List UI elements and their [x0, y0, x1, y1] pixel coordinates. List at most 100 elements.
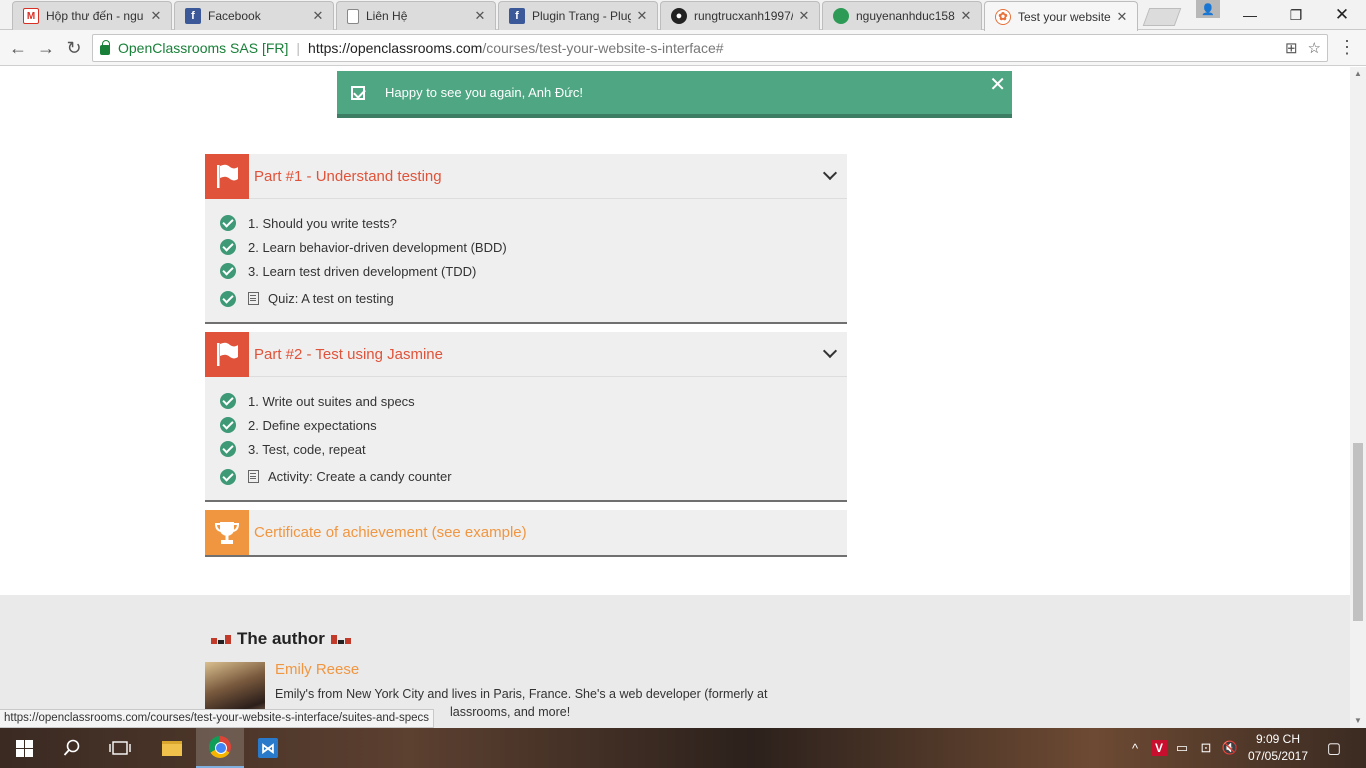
chapter-link[interactable]: 3. Test, code, repeat — [248, 442, 366, 457]
search-icon — [63, 739, 80, 756]
close-icon[interactable]: ✕ — [1115, 9, 1129, 25]
list-item[interactable]: 1. Write out suites and specs — [205, 389, 847, 413]
close-icon[interactable]: ✕ — [311, 8, 325, 24]
tab-facebook[interactable]: f Facebook ✕ — [174, 1, 334, 30]
author-name[interactable]: Emily Reese — [275, 661, 359, 678]
scroll-down-arrow-icon[interactable]: ▼ — [1350, 714, 1366, 728]
check-circle-icon — [220, 239, 236, 255]
scrollbar-thumb[interactable] — [1353, 443, 1363, 621]
tab-title: Test your website's — [1018, 9, 1111, 24]
flag-icon — [205, 331, 249, 377]
taskbar-clock[interactable]: 9:09 CH 07/05/2017 — [1246, 731, 1310, 765]
tab-github[interactable]: ● rungtrucxanh1997/ ✕ — [660, 1, 820, 30]
restore-button[interactable]: ❐ — [1273, 0, 1319, 30]
course-part-2: Part #2 - Test using Jasmine 1. Write ou… — [205, 331, 847, 502]
close-icon[interactable]: ✕ — [989, 75, 1006, 95]
new-tab-button[interactable] — [1142, 8, 1182, 26]
certificate-header[interactable]: Certificate of achievement (see example) — [205, 510, 847, 555]
close-icon[interactable]: ✕ — [473, 8, 487, 24]
pixel-decoration-icon — [330, 634, 351, 644]
link-status-bubble: https://openclassrooms.com/courses/test-… — [0, 709, 435, 728]
list-item[interactable]: 3. Test, code, repeat — [205, 437, 847, 461]
tab-plugin-trang[interactable]: f Plugin Trang - Plug ✕ — [498, 1, 658, 30]
flash-text: Happy to see you again, Anh Đức! — [385, 85, 584, 100]
window-close-button[interactable]: ✕ — [1319, 0, 1365, 30]
part-header[interactable]: Part #2 - Test using Jasmine — [205, 331, 847, 377]
chapter-link[interactable]: 2. Define expectations — [248, 418, 377, 433]
chapter-link[interactable]: 1. Write out suites and specs — [248, 394, 415, 409]
bookmark-star-icon[interactable]: ☆ — [1308, 39, 1321, 57]
tab-title: nguyenanhduc158 — [856, 9, 955, 23]
user-profile-icon[interactable]: 👤 — [1196, 0, 1220, 18]
translate-icon[interactable]: ⊞ — [1285, 39, 1298, 57]
check-circle-icon — [220, 290, 236, 307]
antivirus-tray-icon[interactable]: V — [1150, 728, 1168, 768]
list-item[interactable]: 2. Learn behavior-driven development (BD… — [205, 235, 847, 259]
file-explorer-button[interactable] — [148, 728, 196, 768]
reload-button[interactable]: ↻ — [63, 37, 85, 59]
chapter-link[interactable]: 1. Should you write tests? — [248, 216, 397, 231]
author-heading-text: The author — [237, 629, 325, 648]
tray-chevron-icon[interactable]: ^ — [1126, 728, 1144, 768]
security-label[interactable]: OpenClassrooms SAS [FR] — [118, 40, 288, 56]
tab-lien-he[interactable]: Liên Hệ ✕ — [336, 1, 496, 30]
url-host: https://openclassrooms.com — [308, 40, 483, 56]
author-bio-line: Emily's from New York City and lives in … — [275, 687, 768, 701]
tab-test-your-website[interactable]: ✿ Test your website's ✕ — [984, 1, 1138, 31]
chapter-link[interactable]: 2. Learn behavior-driven development (BD… — [248, 240, 507, 255]
close-icon[interactable]: ✕ — [635, 8, 649, 24]
scroll-up-arrow-icon[interactable]: ▲ — [1350, 67, 1366, 81]
tab-title: rungtrucxanh1997/ — [694, 9, 793, 23]
tab-title: Liên Hệ — [366, 9, 408, 23]
address-bar[interactable]: OpenClassrooms SAS [FR] | https://opencl… — [92, 34, 1328, 62]
windows-taskbar: ⋈ ^ V ▭ ⊡ 🔇 9:09 CH 07/05/2017 ▢ — [0, 728, 1366, 768]
search-button[interactable] — [48, 728, 96, 768]
list-item[interactable]: Quiz: A test on testing — [205, 283, 847, 314]
close-icon[interactable]: ✕ — [149, 8, 163, 24]
windows-icon — [15, 739, 33, 757]
part-header[interactable]: Part #1 - Understand testing — [205, 153, 847, 199]
part-title[interactable]: Part #1 - Understand testing — [254, 168, 442, 185]
list-item[interactable]: 1. Should you write tests? — [205, 211, 847, 235]
activity-link[interactable]: Activity: Create a candy counter — [268, 469, 452, 484]
chevron-down-icon[interactable] — [822, 165, 838, 181]
chrome-taskbar-button[interactable] — [196, 728, 244, 768]
lock-icon[interactable] — [100, 40, 110, 55]
network-icon[interactable]: ⊡ — [1196, 728, 1216, 768]
start-button[interactable] — [0, 728, 48, 768]
battery-icon[interactable]: ▭ — [1172, 728, 1192, 768]
back-button[interactable]: ← — [7, 37, 29, 59]
browser-menu-icon[interactable]: ⋮ — [1338, 37, 1356, 57]
course-part-1: Part #1 - Understand testing 1. Should y… — [205, 153, 847, 324]
quiz-icon — [248, 292, 259, 305]
check-circle-icon — [220, 441, 236, 457]
notifications-icon[interactable]: ▢ — [1320, 728, 1348, 768]
tab-gmail[interactable]: M Hộp thư đến - ngu ✕ — [12, 1, 172, 30]
minimize-button[interactable]: — — [1227, 0, 1273, 30]
check-circle-icon — [220, 263, 236, 279]
pixel-decoration-icon — [211, 634, 231, 644]
vertical-scrollbar[interactable]: ▲ ▼ — [1350, 67, 1366, 728]
close-icon[interactable]: ✕ — [797, 8, 811, 24]
vscode-taskbar-button[interactable]: ⋈ — [244, 728, 292, 768]
tab-nguyenanhduc[interactable]: nguyenanhduc158 ✕ — [822, 1, 982, 30]
quiz-link[interactable]: Quiz: A test on testing — [268, 291, 394, 306]
task-view-button[interactable] — [96, 728, 144, 768]
chapter-link[interactable]: 3. Learn test driven development (TDD) — [248, 264, 476, 279]
certificate-link[interactable]: Certificate of achievement (see example) — [254, 524, 527, 541]
forward-button[interactable]: → — [35, 37, 57, 59]
list-item[interactable]: Activity: Create a candy counter — [205, 461, 847, 492]
browser-toolbar: ← → ↻ OpenClassrooms SAS [FR] | https://… — [0, 30, 1366, 66]
chapter-list: 1. Should you write tests? 2. Learn beha… — [205, 199, 847, 322]
volume-muted-icon[interactable]: 🔇 — [1220, 728, 1240, 768]
vscode-icon: ⋈ — [258, 738, 278, 758]
browser-tab-strip: M Hộp thư đến - ngu ✕ f Facebook ✕ Liên … — [0, 0, 1366, 31]
url-path: /courses/test-your-website-s-interface# — [482, 40, 724, 56]
clock-date: 07/05/2017 — [1247, 749, 1309, 763]
list-item[interactable]: 2. Define expectations — [205, 413, 847, 437]
chevron-down-icon[interactable] — [822, 343, 838, 359]
part-title[interactable]: Part #2 - Test using Jasmine — [254, 346, 443, 363]
checkbox-icon — [351, 85, 365, 100]
list-item[interactable]: 3. Learn test driven development (TDD) — [205, 259, 847, 283]
close-icon[interactable]: ✕ — [959, 8, 973, 24]
